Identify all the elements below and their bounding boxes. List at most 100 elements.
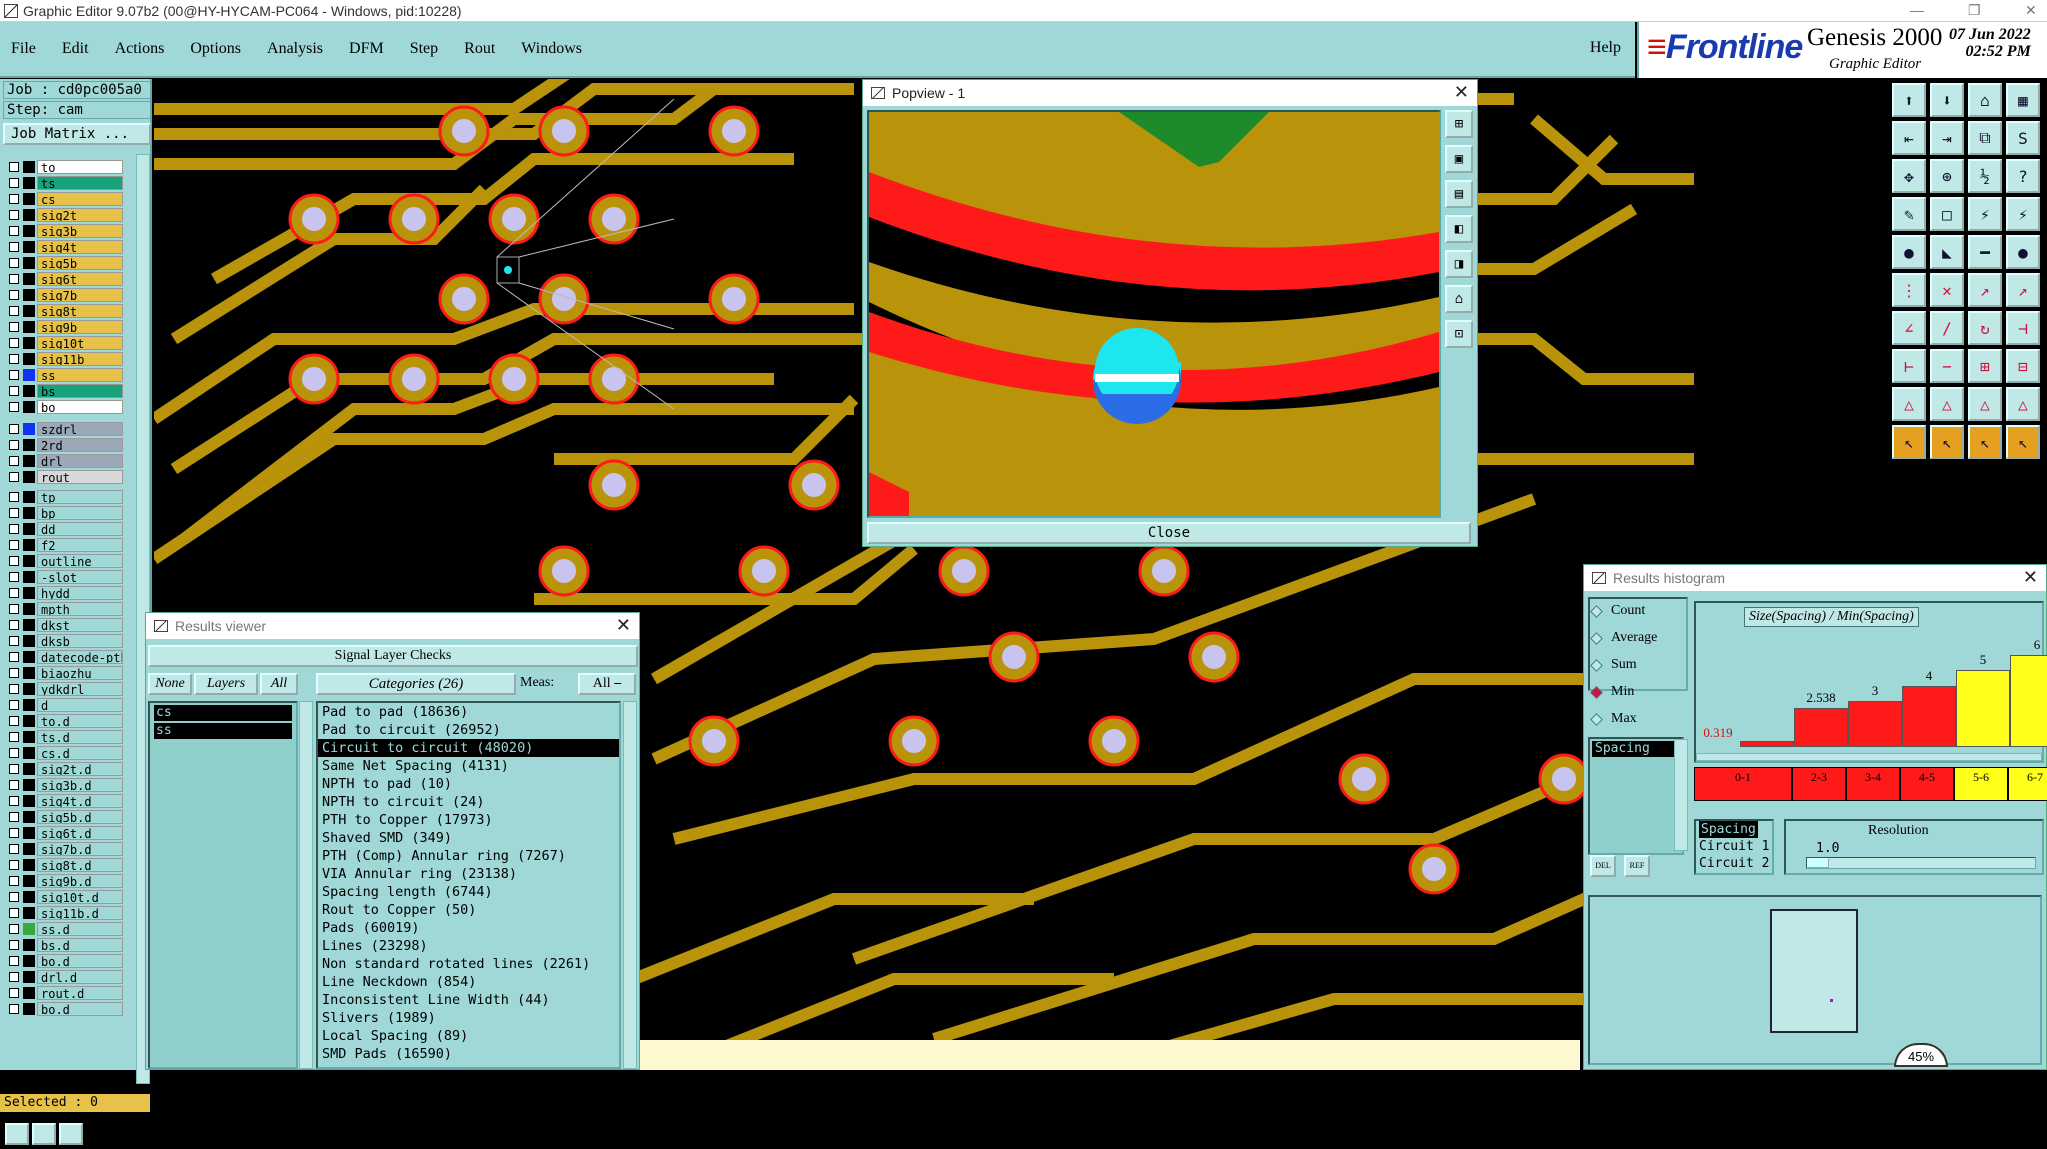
layer-checkbox[interactable] xyxy=(9,456,19,466)
layer-name[interactable]: sig8t xyxy=(37,304,123,318)
layer-name[interactable]: cs xyxy=(37,192,123,206)
layer-name[interactable]: bs.d xyxy=(37,938,123,952)
layer-row[interactable]: ts xyxy=(3,175,125,191)
layer-name[interactable]: sig6t.d xyxy=(37,826,123,840)
layer-name[interactable]: sig11b.d xyxy=(37,906,123,920)
layer-name[interactable]: sig7b xyxy=(37,288,123,302)
layer-name[interactable]: datecode-pth xyxy=(37,650,123,664)
menu-edit[interactable]: Edit xyxy=(59,38,92,60)
layer-checkbox[interactable] xyxy=(9,572,19,582)
histogram-bar[interactable] xyxy=(2010,655,2047,747)
layer-checkbox[interactable] xyxy=(9,424,19,434)
layer-name[interactable]: bo xyxy=(37,400,123,414)
menu-analysis[interactable]: Analysis xyxy=(264,38,326,60)
layer-checkbox[interactable] xyxy=(9,604,19,614)
layer-row[interactable]: drl xyxy=(3,453,125,469)
layer-row[interactable]: mpth xyxy=(3,601,125,617)
layer-name[interactable]: drl xyxy=(37,454,123,468)
layer-checkbox[interactable] xyxy=(9,472,19,482)
layer-name[interactable]: rout.d xyxy=(37,986,123,1000)
layer-name[interactable]: ts xyxy=(37,176,123,190)
layer-row[interactable]: f2 xyxy=(3,537,125,553)
tri3-icon[interactable]: △ xyxy=(1968,387,2002,421)
layer-checkbox[interactable] xyxy=(9,322,19,332)
layer-name[interactable]: rout xyxy=(37,470,123,484)
diag-icon[interactable]: ∕ xyxy=(1930,311,1964,345)
layer-checkbox[interactable] xyxy=(9,700,19,710)
all-button[interactable]: All xyxy=(260,673,298,695)
menu-actions[interactable]: Actions xyxy=(112,38,168,60)
layer-row[interactable]: outline xyxy=(3,553,125,569)
del-button[interactable]: DEL xyxy=(1590,855,1616,877)
histogram-bar[interactable] xyxy=(1740,741,1794,747)
resolution-slider[interactable] xyxy=(1806,857,2036,869)
zoom-fit-icon[interactable]: ⊞ xyxy=(1445,110,1473,138)
pointer3-icon[interactable]: ↖ xyxy=(1968,425,2002,459)
step-icon[interactable]: S xyxy=(2006,121,2040,155)
job-matrix-button[interactable]: Job Matrix ... xyxy=(3,123,151,145)
layer-checkbox[interactable] xyxy=(9,924,19,934)
layer-row[interactable]: to.d xyxy=(3,713,125,729)
category-item[interactable]: Non standard rotated lines (2261) xyxy=(318,955,619,973)
layer-checkbox[interactable] xyxy=(9,1004,19,1014)
layer-name[interactable]: bp xyxy=(37,506,123,520)
half-icon[interactable]: ½ xyxy=(1968,159,2002,193)
layer-row[interactable]: d xyxy=(3,697,125,713)
layer-row[interactable]: sig8t.d xyxy=(3,857,125,873)
menu-rout[interactable]: Rout xyxy=(461,38,498,60)
layer-name[interactable]: bs xyxy=(37,384,123,398)
layer-checkbox[interactable] xyxy=(9,178,19,188)
layer-checkbox[interactable] xyxy=(9,290,19,300)
center-icon[interactable]: ⊕ xyxy=(1930,159,1964,193)
layer-name[interactable]: sig3b.d xyxy=(37,778,123,792)
export-icon[interactable]: ⇥ xyxy=(1930,121,1964,155)
histogram-bar[interactable] xyxy=(1848,701,1902,747)
layer-checkbox[interactable] xyxy=(9,440,19,450)
home-icon[interactable]: ⌂ xyxy=(1968,83,2002,117)
layer-checkbox[interactable] xyxy=(9,508,19,518)
connect-icon[interactable]: ↗ xyxy=(1968,273,2002,307)
layer-row[interactable]: sig10t.d xyxy=(3,889,125,905)
layer-row[interactable]: ss.d xyxy=(3,921,125,937)
edit-icon[interactable]: ✎ xyxy=(1892,197,1926,231)
layer-checkbox[interactable] xyxy=(9,908,19,918)
layers-button[interactable]: Layers xyxy=(194,673,258,695)
mode-min-radio[interactable]: Min xyxy=(1590,684,1634,700)
layer-name[interactable]: sig2t xyxy=(37,208,123,222)
layer-row[interactable]: sig11b xyxy=(3,351,125,367)
ref-button[interactable]: REF xyxy=(1624,855,1650,877)
popview-zoom-image[interactable] xyxy=(867,110,1441,518)
layer-name[interactable]: bo.d xyxy=(37,954,123,968)
layer-name[interactable]: tp xyxy=(37,490,123,504)
layer-checkbox[interactable] xyxy=(9,588,19,598)
layer-list-scrollbar[interactable] xyxy=(299,701,313,1069)
layer-name[interactable]: sig5b xyxy=(37,256,123,270)
zoom-area-icon[interactable]: ⊡ xyxy=(1445,320,1473,348)
layer-row[interactable]: sig4t xyxy=(3,239,125,255)
pan-left-icon[interactable]: ◧ xyxy=(1445,215,1473,243)
layer-row[interactable]: bs xyxy=(3,383,125,399)
layer-checkbox[interactable] xyxy=(9,620,19,630)
layer-checkbox[interactable] xyxy=(9,780,19,790)
layer-row[interactable]: sig11b.d xyxy=(3,905,125,921)
layer-name[interactable]: ydkdrl xyxy=(37,682,123,696)
flip-icon[interactable]: ⊣ xyxy=(2006,311,2040,345)
menu-windows[interactable]: Windows xyxy=(518,38,585,60)
layer-row[interactable]: bo.d xyxy=(3,953,125,969)
tri4-icon[interactable]: △ xyxy=(2006,387,2040,421)
layer-name[interactable]: -slot xyxy=(37,570,123,584)
grid-icon[interactable] xyxy=(59,1123,83,1145)
result-layer-item[interactable]: ss xyxy=(154,723,292,739)
zoom-out-icon[interactable]: ▤ xyxy=(1445,180,1473,208)
category-item[interactable]: SMD Pads (16590) xyxy=(318,1045,619,1063)
histogram-bar[interactable] xyxy=(1902,685,1956,747)
layer-checkbox[interactable] xyxy=(9,652,19,662)
histogram-bin-label[interactable]: 6-7 xyxy=(2008,767,2047,801)
net-icon[interactable]: ⚡ xyxy=(1968,197,2002,231)
layer-checkbox[interactable] xyxy=(9,876,19,886)
layer-name[interactable]: sig2t.d xyxy=(37,762,123,776)
layer-name[interactable]: biaozhu xyxy=(37,666,123,680)
zoom-home-icon[interactable]: ⌂ xyxy=(1445,285,1473,313)
minimap[interactable]: 45% xyxy=(1588,895,2042,1067)
layer-checkbox[interactable] xyxy=(9,860,19,870)
